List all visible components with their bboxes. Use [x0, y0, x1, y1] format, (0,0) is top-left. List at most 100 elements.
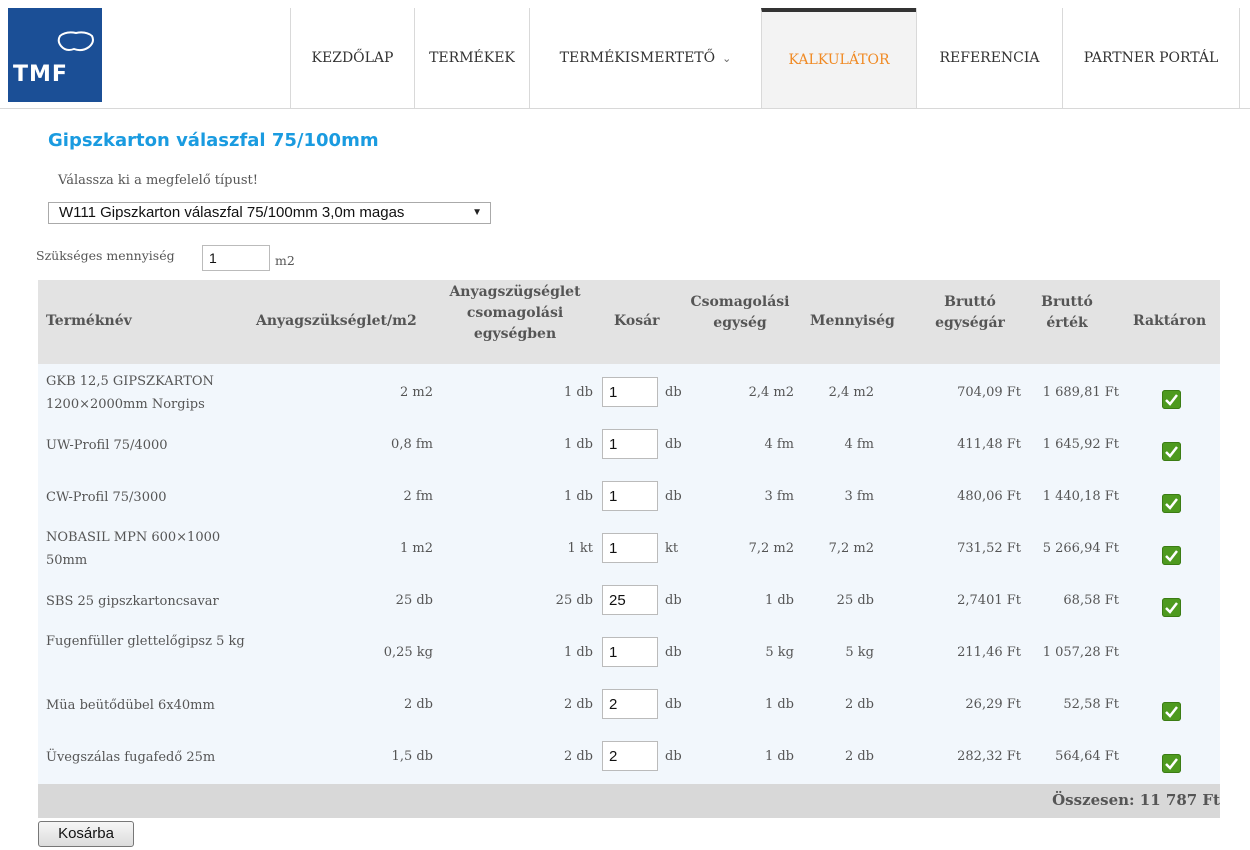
table-footer: Összesen: 11 787 Ft: [38, 784, 1220, 818]
quantity-input[interactable]: [202, 245, 270, 271]
cart-quantity-input[interactable]: [602, 689, 658, 719]
unit-price: 731,52 Ft: [957, 541, 1021, 556]
add-to-cart-button[interactable]: Kosárba: [38, 821, 134, 847]
cart-quantity-input[interactable]: [602, 585, 658, 615]
header-line: egységár: [935, 315, 1005, 331]
gross-value: 1 440,18 Ft: [1042, 489, 1119, 504]
product-name: Üvegszálas fugafedő 25m: [46, 750, 216, 765]
total-sum: Összesen: 11 787 Ft: [1052, 791, 1220, 809]
cart-unit: db: [665, 489, 682, 504]
unit-price: 211,46 Ft: [957, 645, 1021, 660]
cart-quantity-input[interactable]: [602, 741, 658, 771]
requirement: 1 m2: [399, 541, 433, 556]
nav-item-partner-portal[interactable]: PARTNER PORTÁL: [1062, 8, 1240, 108]
table-row: GKB 12,5 GIPSZKARTON 1200×2000mm Norgips…: [38, 364, 1220, 416]
table-row: NOBASIL MPN 600×1000 50mm 1 m2 1 kt kt 7…: [38, 520, 1220, 572]
quantity: 4 fm: [844, 437, 874, 452]
requirement-pack: 25 db: [555, 593, 593, 608]
in-stock-check-icon: [1162, 702, 1181, 721]
requirement: 2 m2: [399, 385, 433, 400]
in-stock-check-icon: [1162, 390, 1181, 409]
requirement: 1,5 db: [391, 749, 433, 764]
requirement: 25 db: [395, 593, 433, 608]
dropdown-arrow-icon: ▼: [472, 207, 482, 218]
requirement-pack: 2 db: [563, 749, 593, 764]
product-name: Müa beütődübel 6x40mm: [46, 698, 215, 713]
pack-unit: 1 db: [764, 697, 794, 712]
requirement-pack: 2 db: [563, 697, 593, 712]
header-line: érték: [1046, 315, 1088, 331]
pack-unit: 1 db: [764, 749, 794, 764]
gross-value: 68,58 Ft: [1063, 593, 1119, 608]
requirement-pack: 1 db: [563, 437, 593, 452]
header-line: Bruttó: [944, 294, 996, 310]
product-name: Fugenfüller glettelőgipsz 5 kg: [46, 634, 245, 649]
requirement-pack: 1 db: [563, 385, 593, 400]
col-header-quantity: Mennyiség: [810, 313, 895, 329]
nav-item-termekek[interactable]: TERMÉKEK: [414, 8, 529, 108]
cart-unit: db: [665, 593, 682, 608]
top-bar: TMF KEZDŐLAP TERMÉKEK TERMÉKISMERTETŐ ⌄ K…: [0, 0, 1250, 109]
nav-item-termekismerteto[interactable]: TERMÉKISMERTETŐ ⌄: [529, 8, 761, 108]
unit-price: 480,06 Ft: [957, 489, 1021, 504]
cart-quantity-input[interactable]: [602, 533, 658, 563]
header-line: Anyagszügséglet: [449, 284, 581, 300]
col-header-requirement: Anyagszükséglet/m2: [256, 313, 417, 329]
table-header: Terméknév Anyagszükséglet/m2 Anyagszügsé…: [38, 280, 1220, 364]
quantity: 7,2 m2: [828, 541, 874, 556]
table-row: Fugenfüller glettelőgipsz 5 kg 0,25 kg 1…: [38, 624, 1220, 676]
cart-quantity-input[interactable]: [602, 377, 658, 407]
unit-price: 411,48 Ft: [957, 437, 1021, 452]
pack-unit: 5 kg: [765, 645, 794, 660]
nav-item-kalkulator[interactable]: KALKULÁTOR: [761, 8, 916, 108]
cart-unit: db: [665, 697, 682, 712]
tmf-logo[interactable]: TMF: [8, 8, 102, 102]
gross-value: 5 266,94 Ft: [1042, 541, 1119, 556]
gross-value: 564,64 Ft: [1055, 749, 1119, 764]
product-name: CW-Profil 75/3000: [46, 490, 167, 505]
col-header-unit-price: Bruttó egységár: [930, 292, 1010, 334]
requirement-pack: 1 db: [563, 645, 593, 660]
hungary-map-icon: [57, 31, 94, 52]
quantity: 2 db: [844, 749, 874, 764]
unit-price: 704,09 Ft: [957, 385, 1021, 400]
nav-label: TERMÉKEK: [429, 50, 515, 66]
quantity: 3 fm: [844, 489, 874, 504]
header-line: egység: [713, 315, 767, 331]
pack-unit: 1 db: [764, 593, 794, 608]
in-stock-check-icon: [1162, 546, 1181, 565]
cart-quantity-input[interactable]: [602, 429, 658, 459]
nav-item-referencia[interactable]: REFERENCIA: [916, 8, 1062, 108]
cart-unit: db: [665, 437, 682, 452]
table-row: UW-Profil 75/4000 0,8 fm 1 db db 4 fm 4 …: [38, 416, 1220, 468]
quantity: 2 db: [844, 697, 874, 712]
col-header-requirement-pack: Anyagszügséglet csomagolási egységben: [440, 282, 590, 345]
pack-unit: 7,2 m2: [748, 541, 794, 556]
table-row: Müa beütődübel 6x40mm 2 db 2 db db 1 db …: [38, 676, 1220, 728]
requirement: 0,25 kg: [383, 645, 433, 660]
table-body: GKB 12,5 GIPSZKARTON 1200×2000mm Norgips…: [38, 364, 1220, 784]
unit-price: 26,29 Ft: [965, 697, 1021, 712]
header-line: Csomagolási: [690, 294, 790, 310]
table-row: CW-Profil 75/3000 2 fm 1 db db 3 fm 3 fm…: [38, 468, 1220, 520]
table-row: SBS 25 gipszkartoncsavar 25 db 25 db db …: [38, 572, 1220, 624]
nav-item-kezdolap[interactable]: KEZDŐLAP: [290, 8, 414, 108]
quantity: 2,4 m2: [828, 385, 874, 400]
gross-value: 1 645,92 Ft: [1042, 437, 1119, 452]
product-name: NOBASIL MPN 600×1000 50mm: [46, 530, 221, 568]
gross-value: 1 689,81 Ft: [1042, 385, 1119, 400]
col-header-value: Bruttó érték: [1032, 292, 1102, 334]
requirement-pack: 1 kt: [567, 541, 593, 556]
type-select[interactable]: W111 Gipszkarton válaszfal 75/100mm 3,0m…: [48, 202, 491, 224]
col-header-pack-unit: Csomagolási egység: [690, 292, 790, 334]
header-line: Bruttó: [1041, 294, 1093, 310]
quantity-unit: m2: [275, 253, 295, 268]
cart-quantity-input[interactable]: [602, 637, 658, 667]
type-select-label: Válassza ki a megfelelő típust!: [58, 173, 258, 188]
col-header-stock: Raktáron: [1133, 313, 1207, 329]
in-stock-check-icon: [1162, 494, 1181, 513]
cart-quantity-input[interactable]: [602, 481, 658, 511]
product-name: SBS 25 gipszkartoncsavar: [46, 594, 219, 609]
quantity: 5 kg: [845, 645, 874, 660]
requirement: 0,8 fm: [391, 437, 433, 452]
